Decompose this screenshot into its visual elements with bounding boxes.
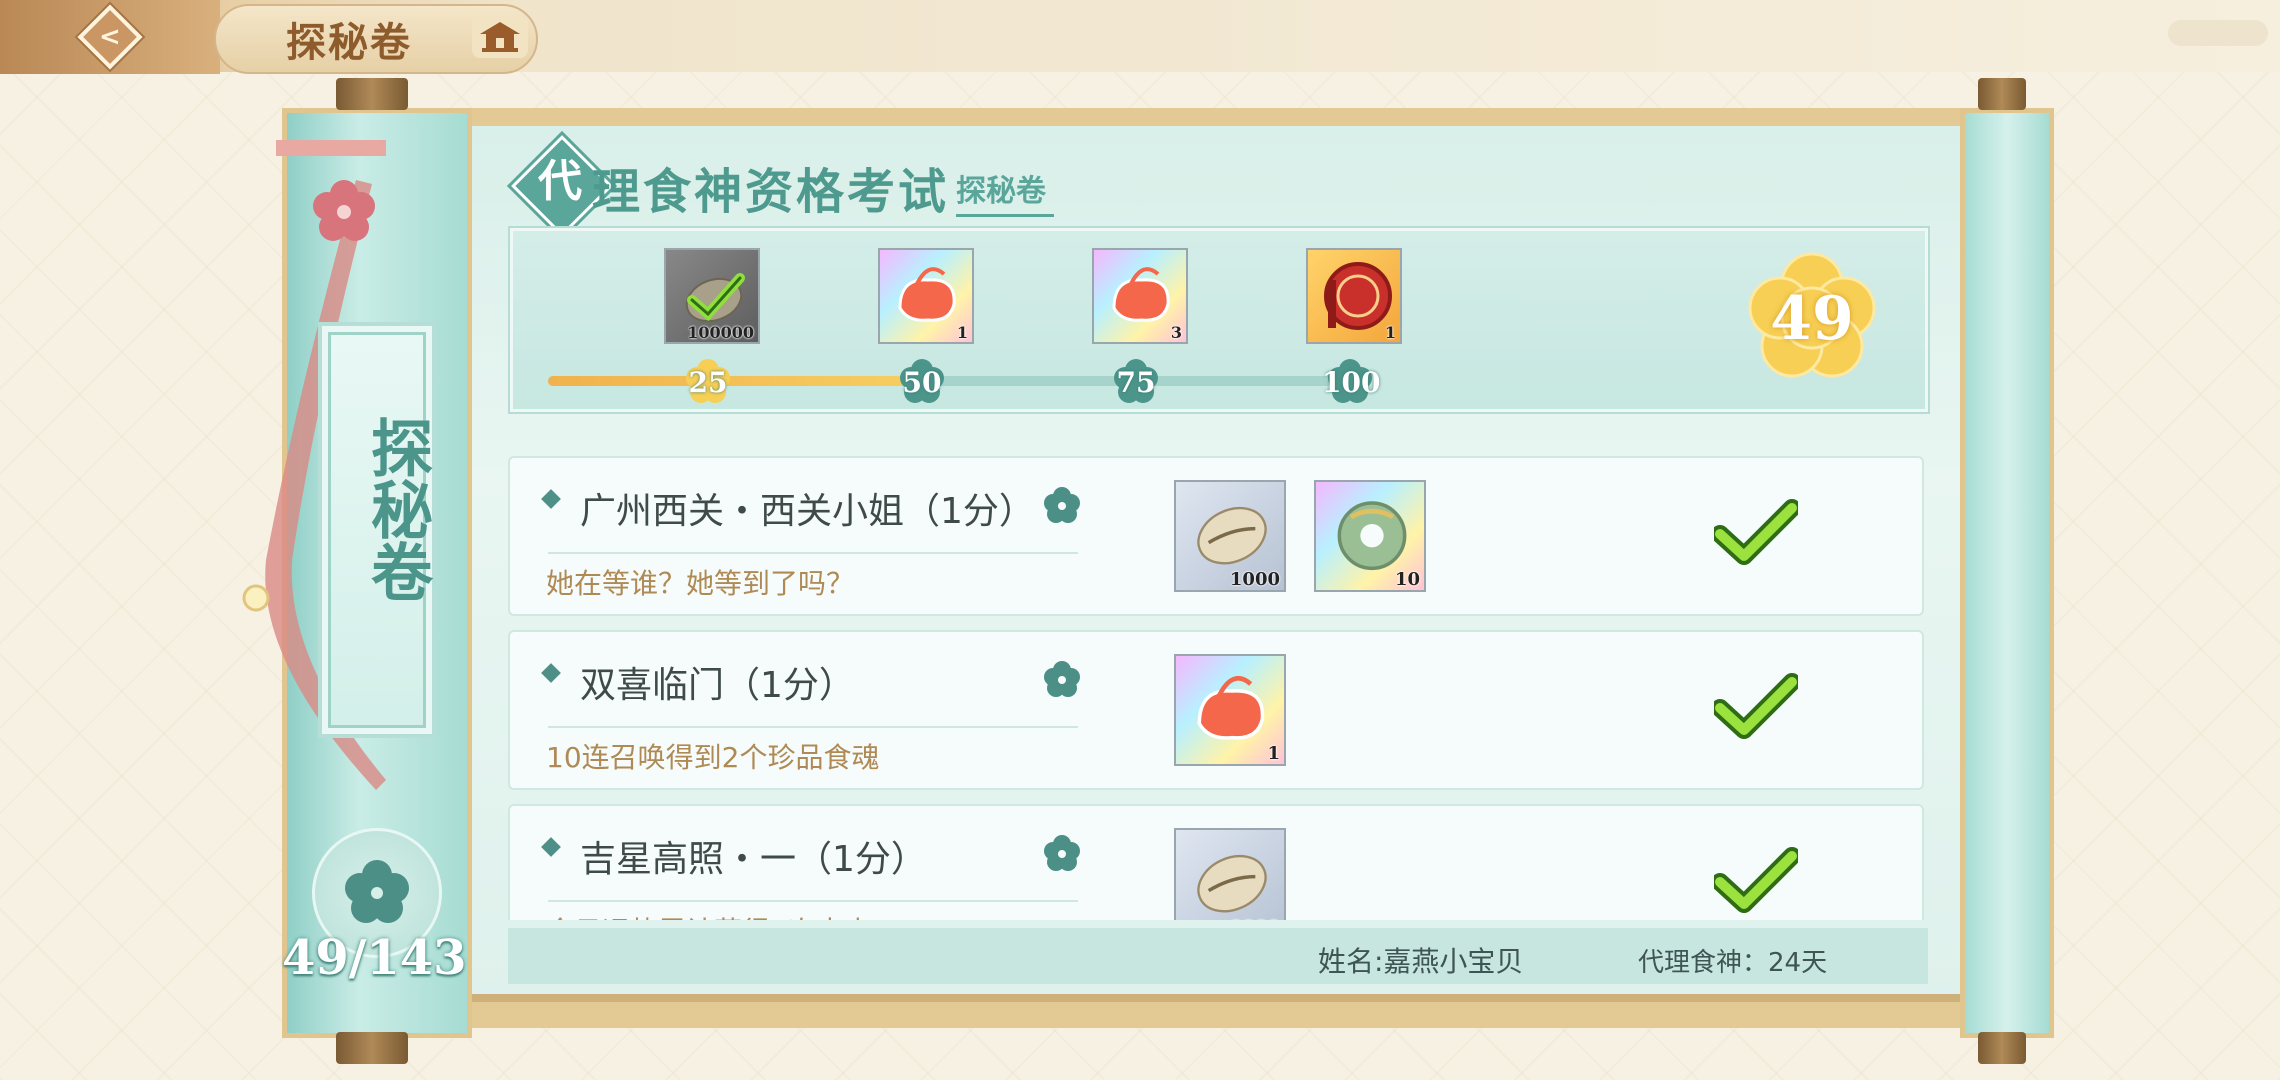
check-icon [1711, 672, 1801, 740]
task-title: 吉星高照・一（1分） [580, 839, 927, 880]
agent-days: 代理食神：24天 [1638, 948, 1828, 978]
milestone-label: 25 [688, 366, 728, 399]
milestone-marker: 75 [1108, 354, 1164, 410]
heading-first-char: 代 [538, 156, 582, 207]
track-reward-item[interactable]: 1 [1306, 248, 1402, 344]
divider [548, 900, 1078, 902]
task-card[interactable]: 双喜临门（1分） 10连召唤得到2个珍品食魂 1 [508, 630, 1924, 790]
milestone-marker: 50 [894, 354, 950, 410]
divider [548, 552, 1078, 554]
player-name: 姓名:嘉燕小宝贝 [1318, 945, 1524, 978]
task-reward-item[interactable]: 8888 [1174, 828, 1286, 920]
bullet-icon [541, 837, 561, 857]
milestone-label: 100 [1322, 366, 1381, 399]
task-reward-item[interactable]: 1 [1174, 654, 1286, 766]
scroll-right-rod [1960, 108, 2054, 1038]
milestone-marker: 100 [1322, 354, 1381, 410]
rod-cap [1978, 78, 2026, 110]
reward-quantity: 3 [1170, 323, 1182, 342]
milestone-label: 75 [1116, 366, 1156, 399]
track-reward-item[interactable]: 1 [878, 248, 974, 344]
check-icon [1711, 498, 1801, 566]
top-right-decoration [2168, 20, 2268, 46]
check-icon [1711, 846, 1801, 914]
task-reward-item[interactable]: 1000 [1174, 480, 1286, 592]
track-reward-item[interactable]: 3 [1092, 248, 1188, 344]
flower-icon [345, 860, 409, 923]
track-reward-item[interactable]: 100000 [664, 248, 760, 344]
task-card[interactable]: 广州西关・西关小姐（1分） 她在等谁？她等到了吗？ 1000 10 [508, 456, 1924, 616]
task-description: 10连召唤得到2个珍品食魂 [546, 741, 880, 774]
side-title: 探秘卷 [360, 416, 433, 602]
flower-icon [1040, 832, 1084, 876]
flower-icon [1040, 658, 1084, 702]
task-list[interactable]: 广州西关・西关小姐（1分） 她在等谁？她等到了吗？ 1000 10 双喜临门（1分） 10… [508, 432, 1924, 920]
divider [548, 726, 1078, 728]
reward-quantity: 1000 [1229, 569, 1280, 590]
bullet-icon [541, 663, 561, 683]
heading-title: 理食神资格考试 [592, 164, 950, 220]
milestone-marker: 25 [680, 354, 736, 410]
cowrie-shell-icon [1197, 854, 1267, 913]
flower-icon [1040, 484, 1084, 528]
reward-quantity: 8888 [1230, 917, 1280, 920]
bullet-icon [541, 489, 561, 509]
side-title-banner: 探秘卷 [318, 322, 436, 738]
total-progress: 49/143 [282, 930, 467, 986]
rod-cap [1978, 1032, 2026, 1064]
score-value: 49 [1770, 284, 1854, 354]
task-reward-item[interactable]: 10 [1314, 480, 1426, 592]
heading-tag: 探秘卷 [956, 166, 1054, 217]
back-button[interactable]: < [0, 0, 220, 74]
reward-quantity: 1 [1267, 743, 1280, 764]
reward-quantity: 100000 [687, 323, 754, 342]
task-description: 今日运势累计获得1次大吉 [546, 910, 872, 920]
task-title: 双喜临门（1分） [580, 665, 855, 706]
reward-quantity: 1 [1384, 323, 1396, 342]
task-description: 她在等谁？她等到了吗？ [546, 567, 855, 600]
back-arrow-icon: < [77, 4, 143, 70]
pavilion-icon[interactable] [472, 16, 528, 58]
reward-quantity: 1 [956, 323, 968, 342]
page-title: 探秘卷 [286, 20, 412, 66]
task-title: 广州西关・西关小姐（1分） [580, 491, 1035, 532]
milestone-label: 50 [902, 366, 942, 399]
rod-cap [336, 78, 408, 110]
reward-quantity: 10 [1394, 569, 1420, 590]
rod-cap [336, 1032, 408, 1064]
task-card[interactable]: 吉星高照・一（1分） 今日运势累计获得1次大吉 8888 [508, 804, 1924, 920]
